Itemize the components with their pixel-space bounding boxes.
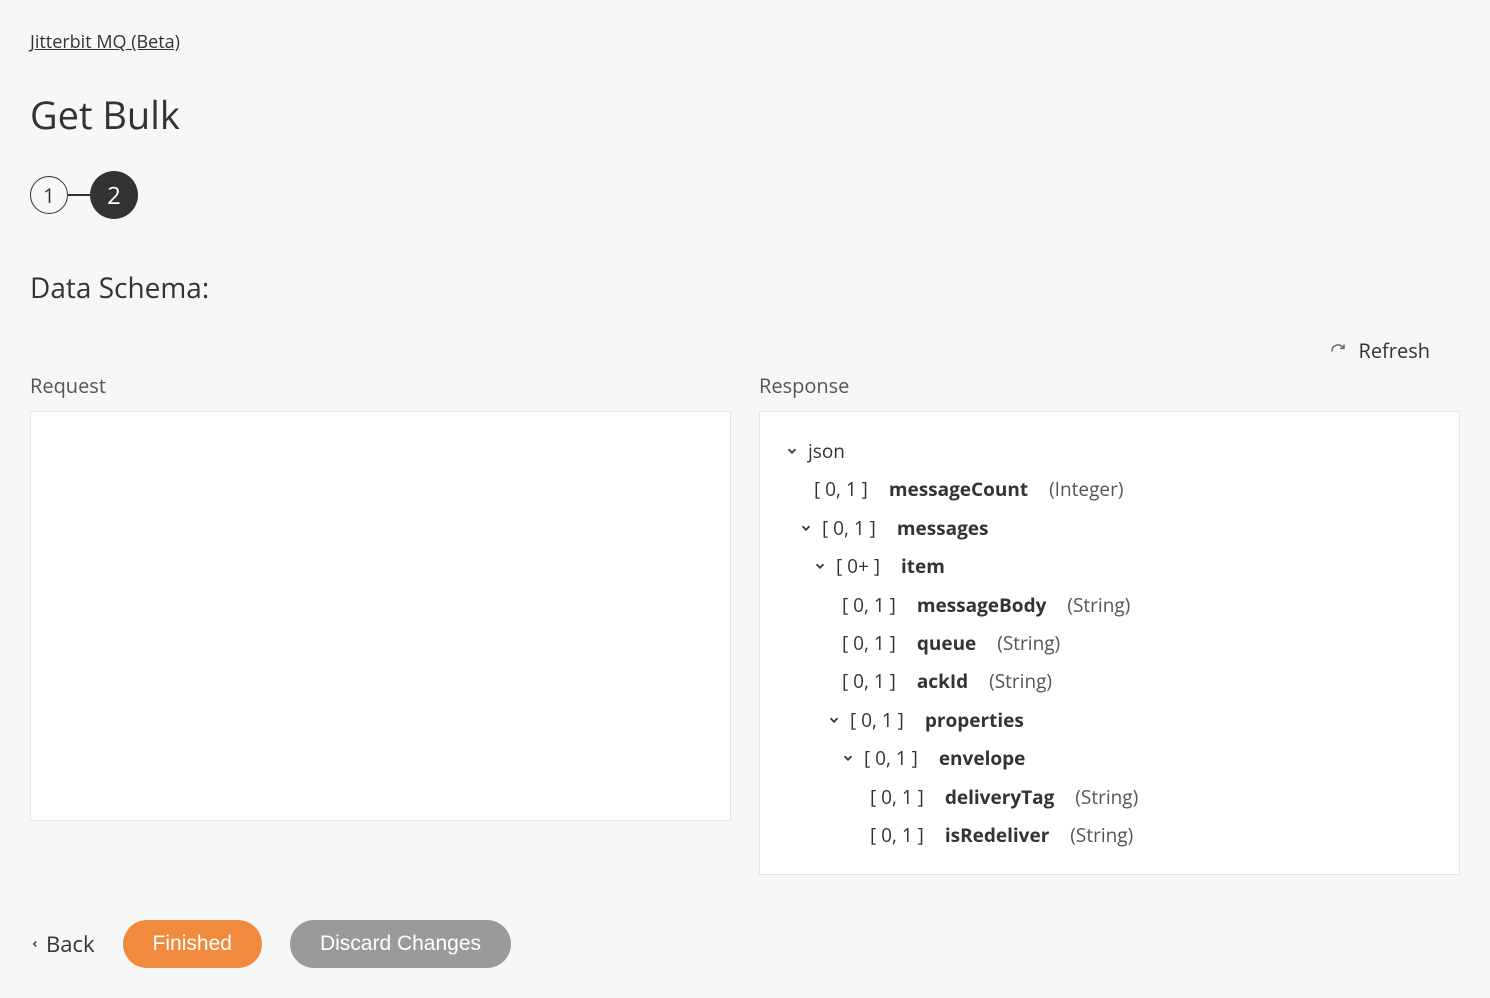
- stepper: 1 2: [30, 171, 1460, 219]
- chevron-down-icon[interactable]: [812, 559, 828, 573]
- cardinality: [ 0, 1 ]: [842, 666, 896, 696]
- chevron-down-icon[interactable]: [798, 521, 814, 535]
- step-1[interactable]: 1: [30, 176, 68, 214]
- cardinality: [ 0, 1 ]: [850, 705, 904, 735]
- field-messages[interactable]: messages: [897, 513, 989, 543]
- response-panel: json [ 0, 1 ] messageCount (Integer) [ 0…: [759, 411, 1460, 875]
- field-type: (Integer): [1049, 474, 1123, 504]
- data-schema-heading: Data Schema:: [30, 269, 1460, 307]
- field-deliveryTag[interactable]: deliveryTag: [945, 782, 1055, 812]
- page-title: Get Bulk: [30, 89, 1460, 141]
- field-type: (String): [1075, 782, 1138, 812]
- step-2[interactable]: 2: [90, 171, 138, 219]
- cardinality: [ 0, 1 ]: [822, 513, 876, 543]
- discard-button[interactable]: Discard Changes: [290, 920, 511, 968]
- field-type: (String): [1067, 590, 1130, 620]
- step-connector: [68, 194, 90, 196]
- cardinality: [ 0, 1 ]: [814, 474, 868, 504]
- breadcrumb[interactable]: Jitterbit MQ (Beta): [30, 30, 180, 54]
- field-type: (String): [989, 666, 1052, 696]
- field-ackId[interactable]: ackId: [917, 666, 968, 696]
- field-type: (String): [997, 628, 1060, 658]
- field-properties[interactable]: properties: [925, 705, 1024, 735]
- chevron-left-icon: [30, 929, 40, 959]
- cardinality: [ 0, 1 ]: [870, 782, 924, 812]
- refresh-icon[interactable]: [1330, 340, 1346, 362]
- field-type: (String): [1070, 820, 1133, 850]
- chevron-down-icon[interactable]: [840, 751, 856, 765]
- cardinality: [ 0, 1 ]: [842, 628, 896, 658]
- chevron-down-icon[interactable]: [826, 713, 842, 727]
- cardinality: [ 0, 1 ]: [870, 820, 924, 850]
- finished-button[interactable]: Finished: [123, 920, 262, 968]
- response-label: Response: [759, 372, 1460, 399]
- tree-root[interactable]: json: [808, 436, 845, 466]
- request-label: Request: [30, 372, 731, 399]
- field-queue[interactable]: queue: [917, 628, 976, 658]
- request-panel: [30, 411, 731, 821]
- field-messageCount[interactable]: messageCount: [889, 474, 1028, 504]
- cardinality: [ 0+ ]: [836, 551, 880, 581]
- field-messageBody[interactable]: messageBody: [917, 590, 1047, 620]
- cardinality: [ 0, 1 ]: [842, 590, 896, 620]
- field-isRedeliver[interactable]: isRedeliver: [945, 820, 1050, 850]
- refresh-button[interactable]: Refresh: [1358, 337, 1430, 364]
- back-button[interactable]: Back: [30, 929, 95, 959]
- back-label: Back: [46, 929, 95, 959]
- chevron-down-icon[interactable]: [784, 444, 800, 458]
- field-item[interactable]: item: [901, 551, 945, 581]
- field-envelope[interactable]: envelope: [939, 743, 1026, 773]
- cardinality: [ 0, 1 ]: [864, 743, 918, 773]
